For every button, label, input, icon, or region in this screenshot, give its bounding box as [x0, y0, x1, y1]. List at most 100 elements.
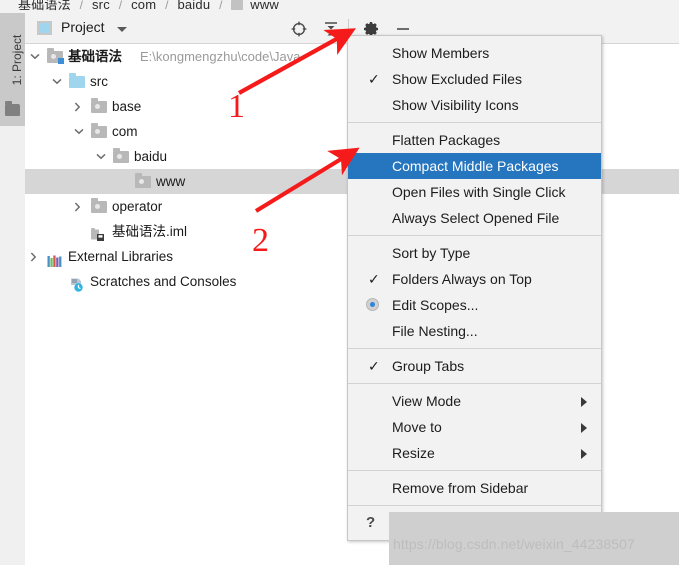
menu-item-show-members[interactable]: Show Members — [348, 40, 601, 66]
breadcrumb-separator: / — [79, 0, 84, 12]
project-view-icon — [37, 21, 52, 35]
menu-item-label: Show Visibility Icons — [392, 97, 519, 113]
menu-separator — [348, 348, 601, 349]
tree-row-label: 基础语法.iml — [112, 224, 187, 239]
breadcrumb-bar: 基础语法 / src / com / baidu / www — [0, 0, 679, 13]
check-icon: ✓ — [368, 71, 380, 87]
package-folder-icon — [135, 173, 151, 188]
menu-item-resize[interactable]: Resize — [348, 440, 601, 466]
module-badge-icon — [58, 58, 64, 64]
breadcrumb-separator: / — [219, 0, 223, 12]
page-title: Project — [61, 19, 105, 35]
collapse-all-icon[interactable] — [321, 19, 341, 39]
menu-item-label: Move to — [392, 419, 442, 435]
twisty-expanded-icon[interactable] — [74, 128, 84, 135]
tree-row-icon — [69, 274, 85, 292]
tree-row-label: 基础语法 — [68, 49, 122, 64]
menu-item-compact-middle-packages[interactable]: Compact Middle Packages — [348, 153, 601, 179]
menu-item-label: Show Excluded Files — [392, 71, 522, 87]
menu-item-sort-by-type[interactable]: Sort by Type — [348, 240, 601, 266]
tree-row-icon — [47, 48, 64, 64]
twisty-expanded-icon[interactable] — [96, 153, 106, 160]
folder-icon[interactable] — [5, 101, 20, 116]
menu-item-edit-scopes[interactable]: Edit Scopes... — [348, 292, 601, 318]
folder-icon — [231, 0, 244, 10]
twisty-expanded-icon[interactable] — [30, 53, 40, 60]
tree-row-icon — [113, 148, 129, 164]
twisty-collapsed-icon[interactable] — [30, 252, 39, 262]
radio-selected-icon — [366, 298, 379, 311]
menu-item-label: Resize — [392, 445, 435, 461]
tree-row-path: E:\kongmengzhu\code\Java — [140, 49, 301, 64]
tree-row-label: operator — [112, 199, 163, 214]
menu-separator — [348, 383, 601, 384]
menu-separator — [348, 505, 601, 506]
iml-file-icon — [91, 225, 106, 241]
breadcrumb-item-4[interactable]: www — [250, 0, 279, 12]
check-icon: ✓ — [368, 358, 380, 374]
breadcrumb-item-1[interactable]: src — [92, 0, 110, 12]
twisty-collapsed-icon[interactable] — [74, 102, 83, 112]
submenu-arrow-icon — [581, 423, 587, 433]
watermark-text: https://blog.csdn.net/weixin_44238507 — [393, 536, 635, 552]
menu-item-show-excluded-files[interactable]: ✓ Show Excluded Files — [348, 66, 601, 92]
menu-item-label: Folders Always on Top — [392, 271, 532, 287]
menu-item-always-select-opened-file[interactable]: Always Select Opened File — [348, 205, 601, 231]
tree-row-icon — [91, 98, 107, 114]
menu-item-remove-from-sidebar[interactable]: Remove from Sidebar — [348, 475, 601, 501]
breadcrumb: 基础语法 / src / com / baidu / www — [18, 0, 279, 13]
tree-row-label: Scratches and Consoles — [90, 274, 237, 289]
scratches-icon — [69, 275, 85, 292]
annotation-number-1: 1 — [228, 88, 245, 125]
tree-row-label: baidu — [134, 149, 168, 164]
tree-row-icon — [91, 123, 107, 139]
tool-window-strip: 1: Project — [0, 13, 26, 565]
menu-item-folders-always-on-top[interactable]: ✓ Folders Always on Top — [348, 266, 601, 292]
package-folder-icon — [91, 198, 107, 213]
breadcrumb-separator: / — [118, 0, 123, 12]
tree-row-label: base — [112, 99, 142, 114]
twisty-collapsed-icon[interactable] — [74, 202, 83, 212]
menu-separator — [348, 470, 601, 471]
tree-row-label: www — [156, 174, 186, 189]
menu-item-label: Compact Middle Packages — [392, 158, 559, 174]
menu-item-label: Group Tabs — [392, 358, 465, 374]
chevron-down-icon[interactable] — [117, 27, 127, 32]
twisty-expanded-icon[interactable] — [52, 78, 62, 85]
annotation-number-2: 2 — [252, 222, 269, 259]
submenu-arrow-icon — [581, 449, 587, 459]
tree-row-icon — [69, 73, 85, 89]
breadcrumb-item-0[interactable]: 基础语法 — [18, 0, 71, 12]
source-folder-icon — [69, 73, 85, 88]
breadcrumb-separator: / — [165, 0, 169, 12]
menu-item-view-mode[interactable]: View Mode — [348, 388, 601, 414]
menu-item-label: Sort by Type — [392, 245, 471, 261]
tree-row-label: com — [112, 124, 138, 139]
menu-item-move-to[interactable]: Move to — [348, 414, 601, 440]
menu-item-open-files-with-single-click[interactable]: Open Files with Single Click — [348, 179, 601, 205]
menu-item-label: View Mode — [392, 393, 462, 409]
breadcrumb-item-2[interactable]: com — [131, 0, 156, 12]
menu-item-label: Edit Scopes... — [392, 297, 479, 313]
menu-separator — [348, 235, 601, 236]
breadcrumb-item-3[interactable]: baidu — [177, 0, 210, 12]
tree-row-icon — [135, 173, 151, 189]
libraries-icon — [47, 251, 62, 267]
select-opened-file-icon[interactable] — [289, 19, 309, 39]
project-options-menu[interactable]: Show Members ✓ Show Excluded Files Show Vis… — [347, 35, 602, 541]
menu-item-label: Show Members — [392, 45, 490, 61]
menu-item-group-tabs[interactable]: ✓ Group Tabs — [348, 353, 601, 379]
menu-item-flatten-packages[interactable]: Flatten Packages — [348, 127, 601, 153]
menu-item-show-visibility-icons[interactable]: Show Visibility Icons — [348, 92, 601, 118]
package-folder-icon — [113, 148, 129, 163]
menu-item-label: Remove from Sidebar — [392, 480, 529, 496]
menu-item-label: File Nesting... — [392, 323, 478, 339]
screen: 基础语法 / src / com / baidu / www 1: Projec… — [0, 0, 679, 565]
tree-row-label: External Libraries — [68, 249, 174, 264]
tree-row-icon — [91, 198, 107, 214]
menu-item-label: Flatten Packages — [392, 132, 501, 148]
submenu-arrow-icon — [581, 397, 587, 407]
menu-item-file-nesting[interactable]: File Nesting... — [348, 318, 601, 344]
question-mark-icon: ? — [366, 514, 376, 531]
tree-row-label: src — [90, 74, 108, 89]
